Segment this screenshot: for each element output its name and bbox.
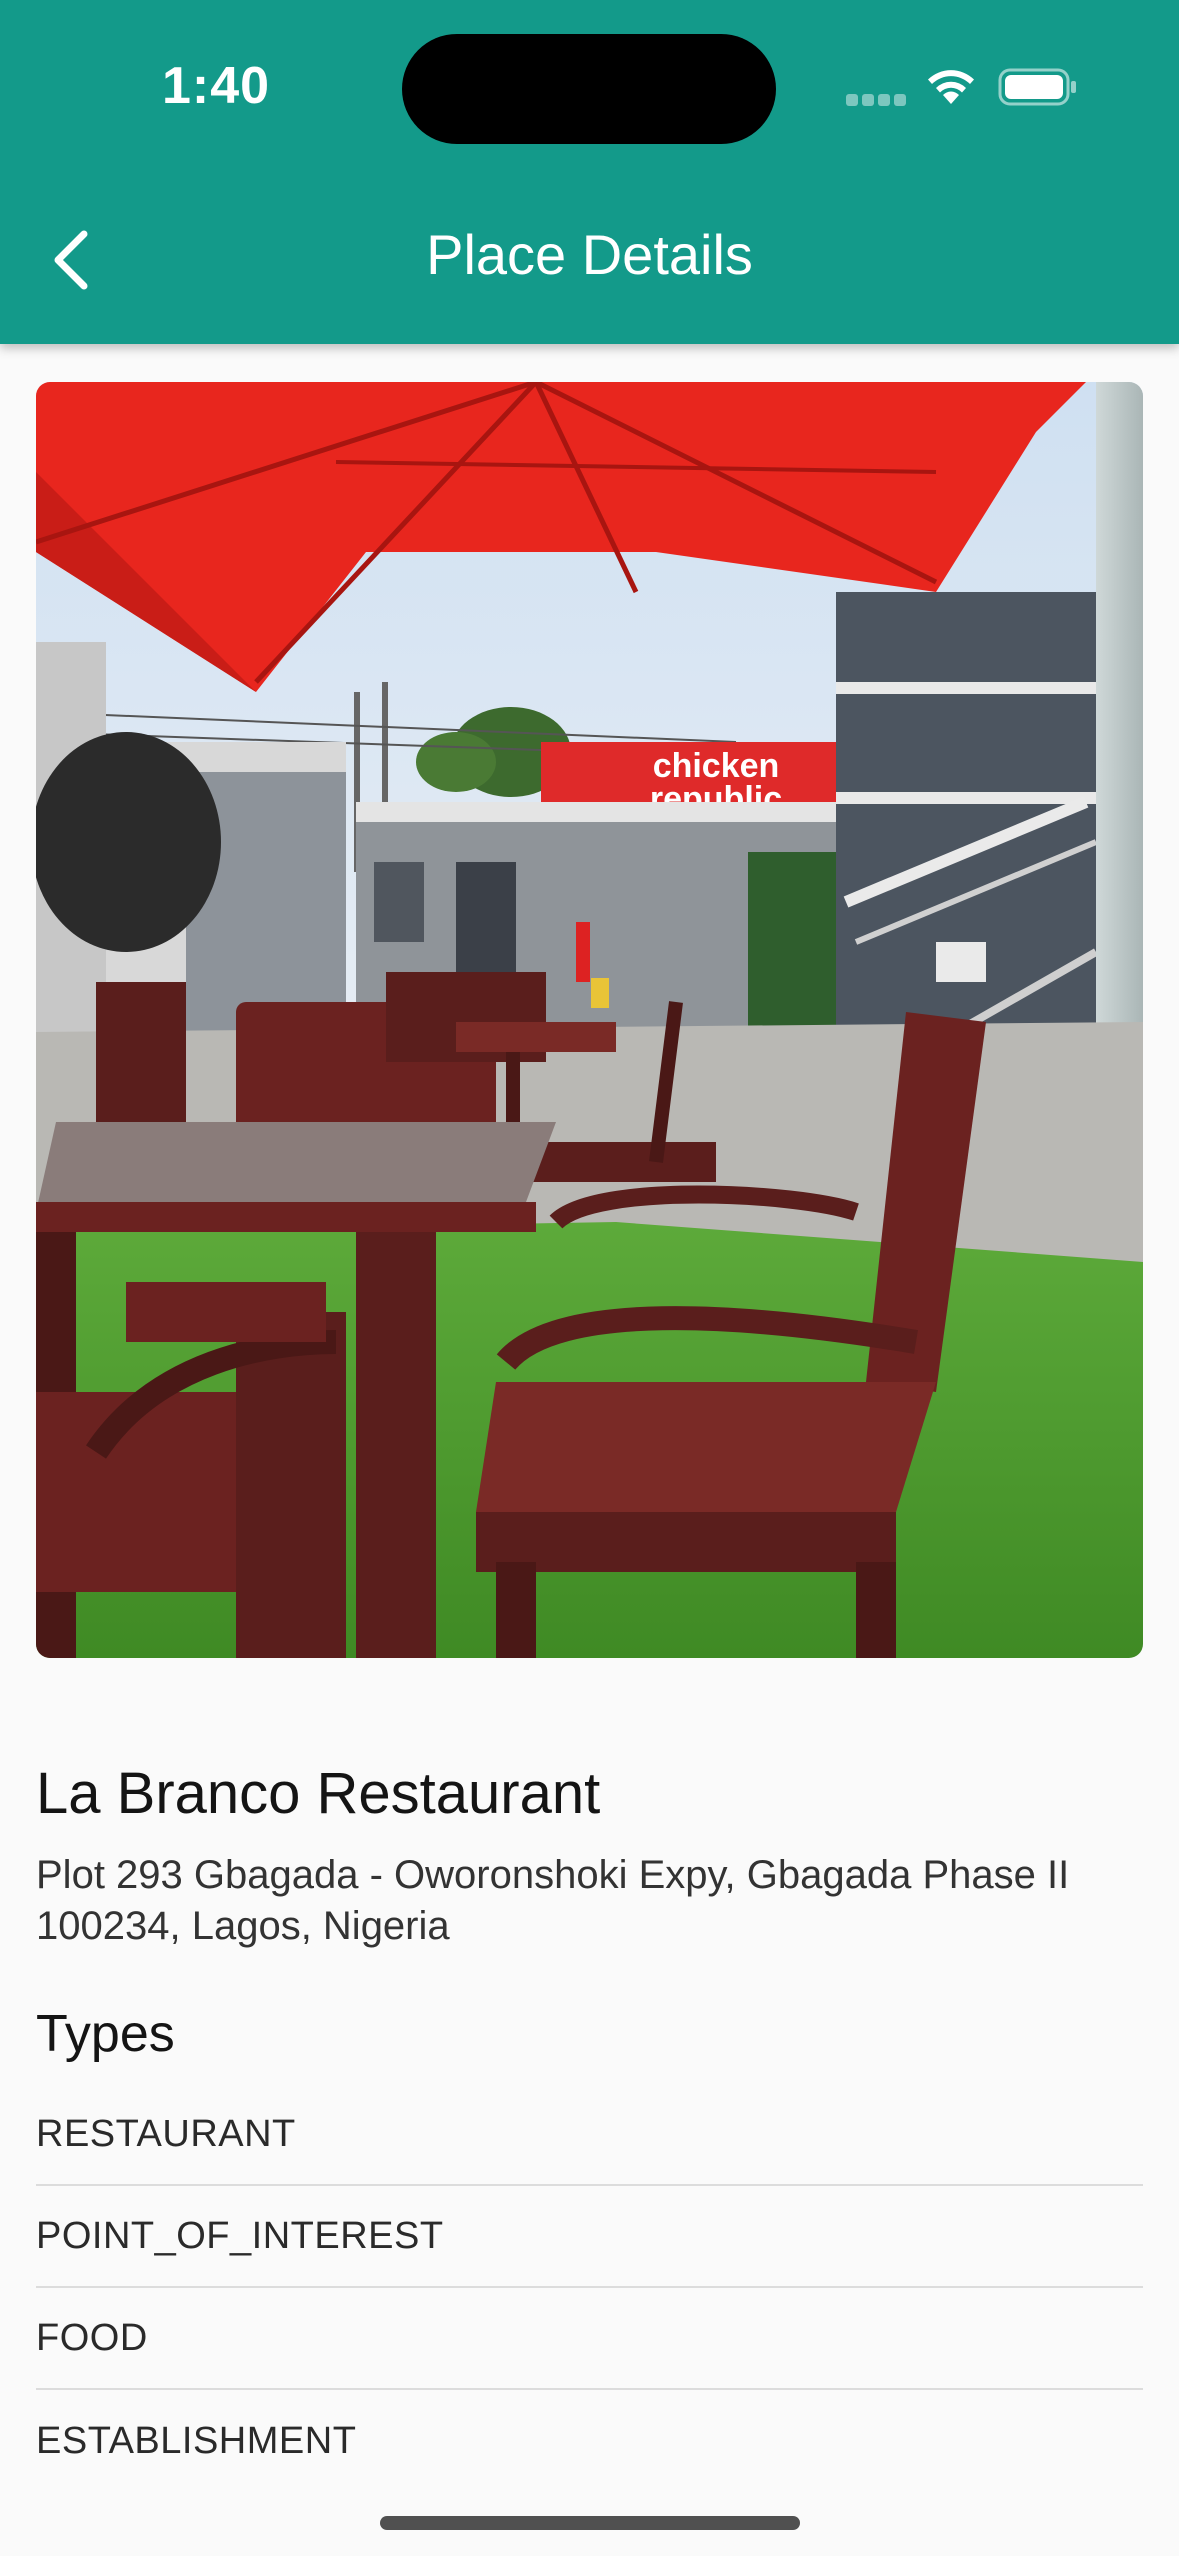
battery-icon (998, 68, 1076, 106)
page-title: Place Details (426, 223, 753, 286)
list-item: RESTAURANT (36, 2084, 1143, 2186)
place-name: La Branco Restaurant (36, 1761, 601, 1826)
types-list: RESTAURANT POINT_OF_INTEREST FOOD ESTABL… (36, 2084, 1143, 2492)
place-address: Plot 293 Gbagada - Oworonshoki Expy, Gba… (36, 1853, 1070, 1948)
home-indicator[interactable] (380, 2516, 800, 2530)
dynamic-island (402, 34, 776, 144)
list-item: ESTABLISHMENT (36, 2419, 357, 2462)
cellular-signal-icon (846, 94, 906, 106)
list-item: POINT_OF_INTEREST (36, 2186, 1143, 2288)
list-item: FOOD (36, 2288, 1143, 2390)
types-heading: Types (36, 2005, 175, 2063)
app-bar: 1:40 Place Details (0, 0, 1179, 344)
wifi-icon (928, 70, 974, 104)
place-photo: chicken republic (36, 382, 1143, 1658)
status-time: 1:40 (162, 57, 271, 115)
